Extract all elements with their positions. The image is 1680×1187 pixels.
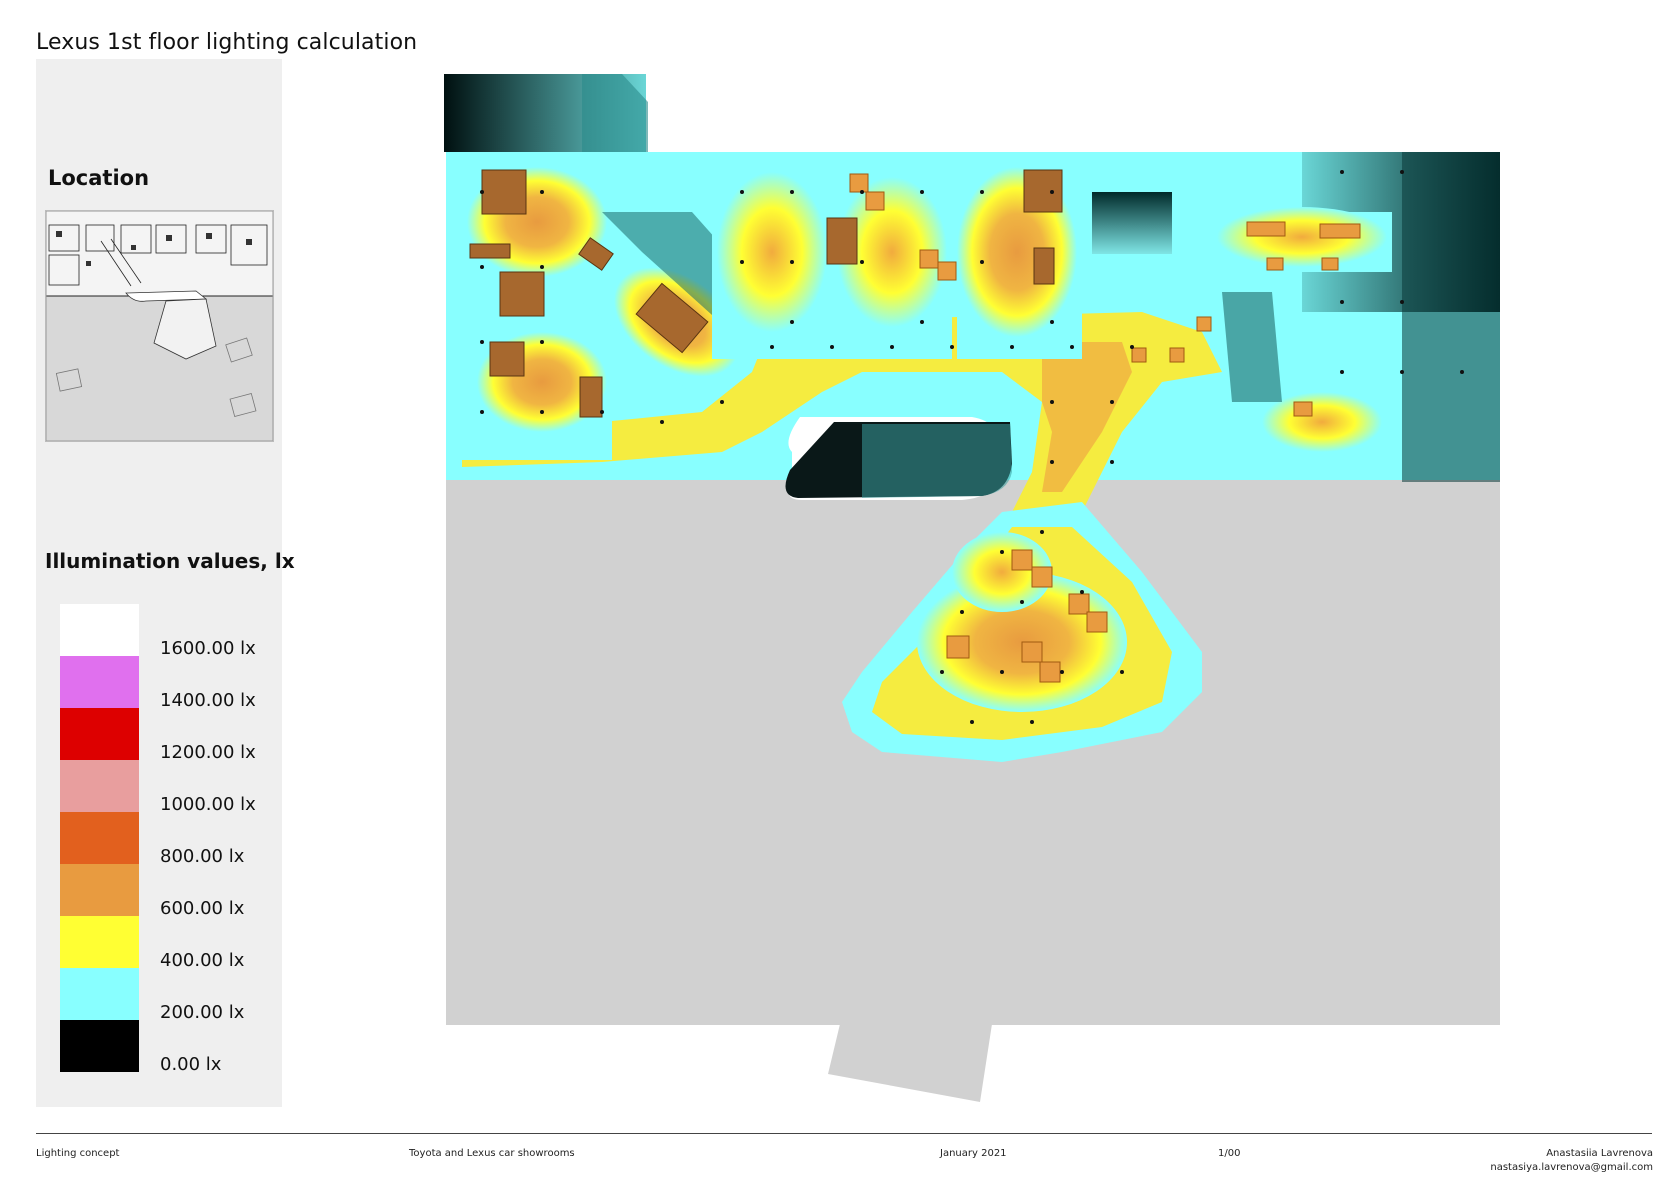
- legend-swatch: [60, 656, 139, 708]
- illumination-title: Illumination values, lx: [45, 549, 295, 573]
- lighting-plan-drawing: [444, 74, 1500, 1102]
- legend-row: 1600.00 lx: [60, 604, 280, 659]
- legend-row: 1000.00 lx: [60, 760, 280, 815]
- location-title: Location: [48, 166, 150, 190]
- legend-label: 0.00 lx: [160, 1054, 222, 1075]
- footer-email: nastasiya.lavrenova@gmail.com: [1490, 1162, 1653, 1173]
- illumination-legend: 1600.00 lx 1400.00 lx 1200.00 lx 1000.00…: [60, 604, 280, 1075]
- legend-row: 800.00 lx: [60, 812, 280, 867]
- legend-row: 1200.00 lx: [60, 708, 280, 763]
- legend-row: 1400.00 lx: [60, 656, 280, 711]
- legend-row: 600.00 lx: [60, 864, 280, 919]
- legend-row: 0.00 lx: [60, 1020, 280, 1075]
- legend-swatch: [60, 864, 139, 916]
- footer-page-number: 1/00: [1218, 1148, 1241, 1159]
- page-title: Lexus 1st floor lighting calculation: [36, 30, 418, 55]
- footer-divider: [36, 1133, 1652, 1134]
- footer-author: Anastasiia Lavrenova: [1546, 1148, 1653, 1159]
- legend-swatch: [60, 708, 139, 760]
- legend-swatch: [60, 1020, 139, 1072]
- footer-concept: Lighting concept: [36, 1148, 120, 1159]
- legend-swatch: [60, 760, 139, 812]
- legend-swatch: [60, 916, 139, 968]
- legend-swatch: [60, 812, 139, 864]
- legend-row: 400.00 lx: [60, 916, 280, 971]
- lighting-floor-plan: [442, 72, 1504, 1102]
- legend-row: 200.00 lx: [60, 968, 280, 1023]
- footer-date: January 2021: [940, 1148, 1007, 1159]
- legend-swatch: [60, 968, 139, 1020]
- location-thumbnail: [45, 210, 274, 442]
- legend-swatch: [60, 604, 139, 656]
- footer-project: Toyota and Lexus car showrooms: [409, 1148, 575, 1159]
- location-plan-drawing: [45, 210, 274, 442]
